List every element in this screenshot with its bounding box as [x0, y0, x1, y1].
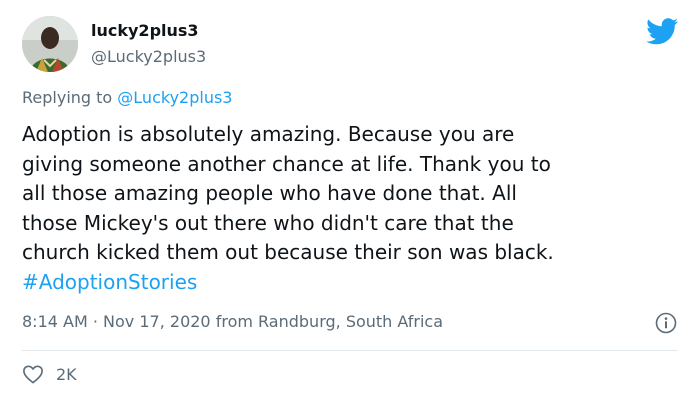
avatar-image [22, 16, 78, 72]
tweet-location: from Randburg, South Africa [215, 312, 444, 331]
heart-icon[interactable] [22, 364, 44, 384]
hashtag-link[interactable]: #AdoptionStories [22, 268, 682, 298]
like-action[interactable]: 2K [22, 364, 77, 384]
tweet-text-line: all those amazing people who have done t… [22, 181, 517, 205]
tweet-text-line: giving someone another chance at life. T… [22, 151, 551, 176]
reply-prefix: Replying to [22, 88, 113, 107]
tweet-time[interactable]: 8:14 AM [22, 312, 88, 331]
reply-context: Replying to @Lucky2plus3 [22, 88, 232, 107]
avatar[interactable] [22, 16, 78, 72]
user-display-name[interactable]: lucky2plus3 [91, 21, 199, 40]
meta-separator: · [92, 312, 98, 331]
tweet-text-line: church kicked them out because their son… [22, 240, 554, 264]
tweet-date[interactable]: Nov 17, 2020 [103, 312, 211, 331]
user-handle[interactable]: @Lucky2plus3 [91, 47, 206, 66]
divider [22, 350, 678, 351]
tweet-card: lucky2plus3 @Lucky2plus3 Replying to @Lu… [0, 0, 700, 402]
reply-to-link[interactable]: @Lucky2plus3 [117, 88, 232, 107]
tweet-text: Adoption is absolutely amazing. Because … [22, 120, 682, 297]
tweet-text-line: those Mickey's out there who didn't care… [22, 210, 514, 235]
tweet-text-line: Adoption is absolutely amazing. Because … [22, 122, 515, 146]
tweet-meta: 8:14 AM · Nov 17, 2020 from Randburg, So… [22, 312, 443, 331]
info-icon[interactable] [655, 312, 677, 334]
twitter-bird-icon[interactable] [646, 18, 678, 45]
like-count: 2K [56, 364, 77, 384]
